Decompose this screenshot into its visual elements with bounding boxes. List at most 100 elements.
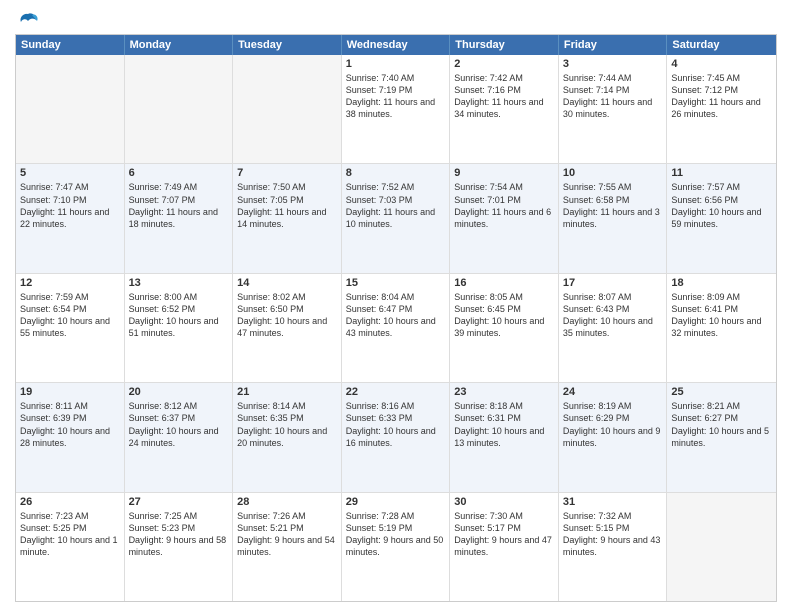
page: SundayMondayTuesdayWednesdayThursdayFrid…	[0, 0, 792, 612]
day-info: Sunrise: 8:05 AM Sunset: 6:45 PM Dayligh…	[454, 291, 554, 340]
day-number: 27	[129, 496, 229, 508]
day-cell-12: 12 Sunrise: 7:59 AM Sunset: 6:54 PM Dayli…	[16, 274, 125, 382]
day-info: Sunrise: 7:54 AM Sunset: 7:01 PM Dayligh…	[454, 181, 554, 230]
day-info: Sunrise: 7:52 AM Sunset: 7:03 PM Dayligh…	[346, 181, 446, 230]
day-info: Sunrise: 8:21 AM Sunset: 6:27 PM Dayligh…	[671, 400, 772, 449]
calendar-header: SundayMondayTuesdayWednesdayThursdayFrid…	[16, 35, 776, 55]
calendar-body: 1 Sunrise: 7:40 AM Sunset: 7:19 PM Daylig…	[16, 55, 776, 601]
day-number: 11	[671, 167, 772, 179]
day-number: 22	[346, 386, 446, 398]
day-number: 26	[20, 496, 120, 508]
day-number: 19	[20, 386, 120, 398]
day-info: Sunrise: 8:19 AM Sunset: 6:29 PM Dayligh…	[563, 400, 663, 449]
day-cell-29: 29Sunrise: 7:28 AM Sunset: 5:19 PM Dayli…	[342, 493, 451, 601]
day-cell-17: 17Sunrise: 8:07 AM Sunset: 6:43 PM Dayli…	[559, 274, 668, 382]
day-number: 21	[237, 386, 337, 398]
day-cell-13: 13 Sunrise: 8:00 AM Sunset: 6:52 PM Dayli…	[125, 274, 234, 382]
day-number: 10	[563, 167, 663, 179]
day-number: 3	[563, 58, 663, 70]
day-info: Sunrise: 7:42 AM Sunset: 7:16 PM Dayligh…	[454, 72, 554, 121]
logo	[15, 10, 39, 28]
day-info: Sunrise: 8:11 AM Sunset: 6:39 PM Dayligh…	[20, 400, 120, 449]
day-cell-20: 20 Sunrise: 8:12 AM Sunset: 6:37 PM Dayli…	[125, 383, 234, 491]
day-cell-14: 14Sunrise: 8:02 AM Sunset: 6:50 PM Dayli…	[233, 274, 342, 382]
day-cell-6: 6 Sunrise: 7:49 AM Sunset: 7:07 PM Daylig…	[125, 164, 234, 272]
day-cell-1: 1 Sunrise: 7:40 AM Sunset: 7:19 PM Daylig…	[342, 55, 451, 163]
day-number: 13	[129, 277, 229, 289]
day-cell-7: 7 Sunrise: 7:50 AM Sunset: 7:05 PM Daylig…	[233, 164, 342, 272]
day-info: Sunrise: 7:50 AM Sunset: 7:05 PM Dayligh…	[237, 181, 337, 230]
day-number: 25	[671, 386, 772, 398]
day-cell-30: 30Sunrise: 7:30 AM Sunset: 5:17 PM Dayli…	[450, 493, 559, 601]
day-cell-31: 31 Sunrise: 7:32 AM Sunset: 5:15 PM Dayli…	[559, 493, 668, 601]
day-info: Sunrise: 7:44 AM Sunset: 7:14 PM Dayligh…	[563, 72, 663, 121]
calendar-row-1: 1 Sunrise: 7:40 AM Sunset: 7:19 PM Daylig…	[16, 55, 776, 164]
day-cell-26: 26Sunrise: 7:23 AM Sunset: 5:25 PM Dayli…	[16, 493, 125, 601]
day-info: Sunrise: 7:49 AM Sunset: 7:07 PM Dayligh…	[129, 181, 229, 230]
header-day-thursday: Thursday	[450, 35, 559, 55]
day-number: 8	[346, 167, 446, 179]
day-number: 18	[671, 277, 772, 289]
calendar-row-4: 19 Sunrise: 8:11 AM Sunset: 6:39 PM Dayli…	[16, 383, 776, 492]
day-info: Sunrise: 8:16 AM Sunset: 6:33 PM Dayligh…	[346, 400, 446, 449]
day-cell-19: 19 Sunrise: 8:11 AM Sunset: 6:39 PM Dayli…	[16, 383, 125, 491]
day-cell-23: 23 Sunrise: 8:18 AM Sunset: 6:31 PM Dayli…	[450, 383, 559, 491]
day-number: 4	[671, 58, 772, 70]
day-cell-15: 15Sunrise: 8:04 AM Sunset: 6:47 PM Dayli…	[342, 274, 451, 382]
empty-cell	[125, 55, 234, 163]
header-day-friday: Friday	[559, 35, 668, 55]
day-cell-24: 24 Sunrise: 8:19 AM Sunset: 6:29 PM Dayli…	[559, 383, 668, 491]
day-info: Sunrise: 8:00 AM Sunset: 6:52 PM Dayligh…	[129, 291, 229, 340]
day-cell-27: 27 Sunrise: 7:25 AM Sunset: 5:23 PM Dayli…	[125, 493, 234, 601]
day-info: Sunrise: 7:32 AM Sunset: 5:15 PM Dayligh…	[563, 510, 663, 559]
day-cell-18: 18 Sunrise: 8:09 AM Sunset: 6:41 PM Dayli…	[667, 274, 776, 382]
day-info: Sunrise: 8:09 AM Sunset: 6:41 PM Dayligh…	[671, 291, 772, 340]
day-number: 7	[237, 167, 337, 179]
calendar-row-3: 12 Sunrise: 7:59 AM Sunset: 6:54 PM Dayli…	[16, 274, 776, 383]
day-cell-2: 2 Sunrise: 7:42 AM Sunset: 7:16 PM Daylig…	[450, 55, 559, 163]
day-cell-21: 21 Sunrise: 8:14 AM Sunset: 6:35 PM Dayli…	[233, 383, 342, 491]
day-number: 1	[346, 58, 446, 70]
empty-cell	[233, 55, 342, 163]
day-info: Sunrise: 7:55 AM Sunset: 6:58 PM Dayligh…	[563, 181, 663, 230]
empty-cell	[667, 493, 776, 601]
day-number: 14	[237, 277, 337, 289]
day-number: 15	[346, 277, 446, 289]
day-number: 6	[129, 167, 229, 179]
day-info: Sunrise: 7:26 AM Sunset: 5:21 PM Dayligh…	[237, 510, 337, 559]
day-cell-10: 10 Sunrise: 7:55 AM Sunset: 6:58 PM Dayli…	[559, 164, 668, 272]
day-number: 31	[563, 496, 663, 508]
day-cell-5: 5Sunrise: 7:47 AM Sunset: 7:10 PM Daylig…	[16, 164, 125, 272]
day-cell-9: 9 Sunrise: 7:54 AM Sunset: 7:01 PM Daylig…	[450, 164, 559, 272]
day-cell-28: 28 Sunrise: 7:26 AM Sunset: 5:21 PM Dayli…	[233, 493, 342, 601]
calendar-row-5: 26Sunrise: 7:23 AM Sunset: 5:25 PM Dayli…	[16, 493, 776, 601]
day-number: 23	[454, 386, 554, 398]
day-number: 5	[20, 167, 120, 179]
day-number: 28	[237, 496, 337, 508]
day-info: Sunrise: 8:14 AM Sunset: 6:35 PM Dayligh…	[237, 400, 337, 449]
header-day-monday: Monday	[125, 35, 234, 55]
day-number: 20	[129, 386, 229, 398]
day-number: 9	[454, 167, 554, 179]
day-number: 24	[563, 386, 663, 398]
day-number: 12	[20, 277, 120, 289]
day-info: Sunrise: 8:12 AM Sunset: 6:37 PM Dayligh…	[129, 400, 229, 449]
day-cell-8: 8 Sunrise: 7:52 AM Sunset: 7:03 PM Daylig…	[342, 164, 451, 272]
day-info: Sunrise: 7:25 AM Sunset: 5:23 PM Dayligh…	[129, 510, 229, 559]
logo-bird-icon	[17, 10, 39, 32]
day-number: 16	[454, 277, 554, 289]
day-info: Sunrise: 7:28 AM Sunset: 5:19 PM Dayligh…	[346, 510, 446, 559]
header-day-sunday: Sunday	[16, 35, 125, 55]
day-info: Sunrise: 7:59 AM Sunset: 6:54 PM Dayligh…	[20, 291, 120, 340]
header-day-saturday: Saturday	[667, 35, 776, 55]
day-cell-16: 16 Sunrise: 8:05 AM Sunset: 6:45 PM Dayli…	[450, 274, 559, 382]
day-info: Sunrise: 8:07 AM Sunset: 6:43 PM Dayligh…	[563, 291, 663, 340]
day-cell-25: 25 Sunrise: 8:21 AM Sunset: 6:27 PM Dayli…	[667, 383, 776, 491]
day-number: 30	[454, 496, 554, 508]
day-cell-3: 3 Sunrise: 7:44 AM Sunset: 7:14 PM Daylig…	[559, 55, 668, 163]
day-cell-11: 11Sunrise: 7:57 AM Sunset: 6:56 PM Dayli…	[667, 164, 776, 272]
day-info: Sunrise: 8:18 AM Sunset: 6:31 PM Dayligh…	[454, 400, 554, 449]
day-number: 2	[454, 58, 554, 70]
day-cell-4: 4Sunrise: 7:45 AM Sunset: 7:12 PM Daylig…	[667, 55, 776, 163]
day-info: Sunrise: 7:40 AM Sunset: 7:19 PM Dayligh…	[346, 72, 446, 121]
